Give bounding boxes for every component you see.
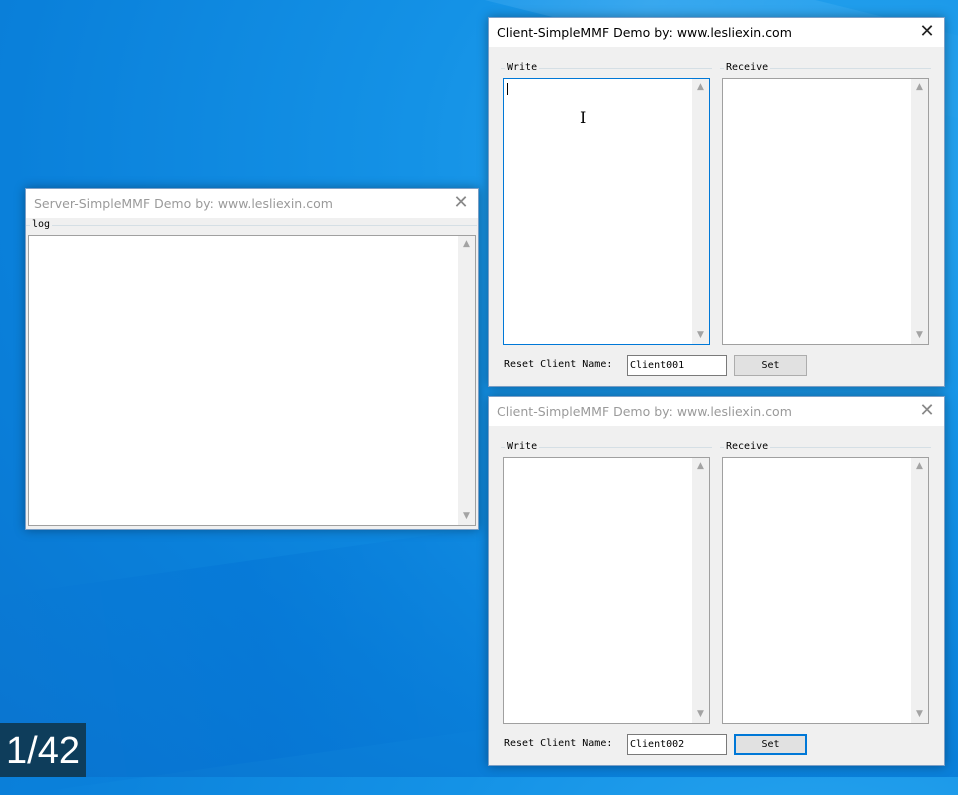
receive-group: Receive [720, 440, 931, 454]
set-button[interactable]: Set [734, 355, 807, 376]
write-group: Write [501, 440, 712, 454]
log-group: log [26, 218, 477, 232]
close-icon[interactable]: ✕ [444, 189, 478, 218]
write-group: Write [501, 61, 712, 75]
scroll-down-icon[interactable]: ▼ [911, 327, 928, 344]
reset-client-name-label: Reset Client Name: [504, 738, 613, 749]
client-name-input[interactable]: Client002 [627, 734, 727, 755]
text-cursor-icon: I [580, 108, 587, 127]
receive-group: Receive [720, 61, 931, 75]
scroll-down-icon[interactable]: ▼ [911, 706, 928, 723]
client-name-input[interactable]: Client001 [627, 355, 727, 376]
server-window: Server-SimpleMMF Demo by: www.lesliexin.… [25, 188, 479, 530]
write-scrollbar[interactable]: ▲ ▼ [692, 458, 709, 723]
write-label: Write [505, 440, 540, 453]
receive-label: Receive [724, 61, 771, 74]
receive-textbox[interactable]: ▲ ▼ [722, 78, 929, 345]
scroll-down-icon[interactable]: ▼ [692, 706, 709, 723]
write-textbox[interactable]: ▲ ▼ [503, 457, 710, 724]
close-icon[interactable]: ✕ [910, 397, 944, 426]
receive-textbox[interactable]: ▲ ▼ [722, 457, 929, 724]
set-button[interactable]: Set [734, 734, 807, 755]
scroll-up-icon[interactable]: ▲ [911, 458, 928, 475]
write-label: Write [505, 61, 540, 74]
receive-scrollbar[interactable]: ▲ ▼ [911, 79, 928, 344]
log-scrollbar[interactable]: ▲ ▼ [458, 236, 475, 525]
scroll-up-icon[interactable]: ▲ [692, 79, 709, 96]
log-label: log [30, 218, 53, 231]
client1-window: Client-SimpleMMF Demo by: www.lesliexin.… [488, 17, 945, 387]
scroll-up-icon[interactable]: ▲ [911, 79, 928, 96]
scroll-up-icon[interactable]: ▲ [692, 458, 709, 475]
client1-titlebar[interactable]: Client-SimpleMMF Demo by: www.lesliexin.… [489, 18, 944, 47]
client2-title: Client-SimpleMMF Demo by: www.lesliexin.… [497, 404, 792, 419]
scroll-down-icon[interactable]: ▼ [458, 508, 475, 525]
reset-client-name-label: Reset Client Name: [504, 359, 613, 370]
server-title: Server-SimpleMMF Demo by: www.lesliexin.… [34, 196, 333, 211]
server-titlebar[interactable]: Server-SimpleMMF Demo by: www.lesliexin.… [26, 189, 478, 218]
frame-counter: 1/42 [0, 723, 86, 777]
receive-scrollbar[interactable]: ▲ ▼ [911, 458, 928, 723]
scroll-down-icon[interactable]: ▼ [692, 327, 709, 344]
client1-title: Client-SimpleMMF Demo by: www.lesliexin.… [497, 25, 792, 40]
write-scrollbar[interactable]: ▲ ▼ [692, 79, 709, 344]
receive-label: Receive [724, 440, 771, 453]
write-textbox[interactable]: ▲ ▼ [503, 78, 710, 345]
close-icon[interactable]: ✕ [910, 18, 944, 47]
client2-window: Client-SimpleMMF Demo by: www.lesliexin.… [488, 396, 945, 766]
scroll-up-icon[interactable]: ▲ [458, 236, 475, 253]
text-caret [507, 83, 508, 95]
log-textbox[interactable]: ▲ ▼ [28, 235, 476, 526]
client2-titlebar[interactable]: Client-SimpleMMF Demo by: www.lesliexin.… [489, 397, 944, 426]
group-divider [26, 225, 477, 226]
